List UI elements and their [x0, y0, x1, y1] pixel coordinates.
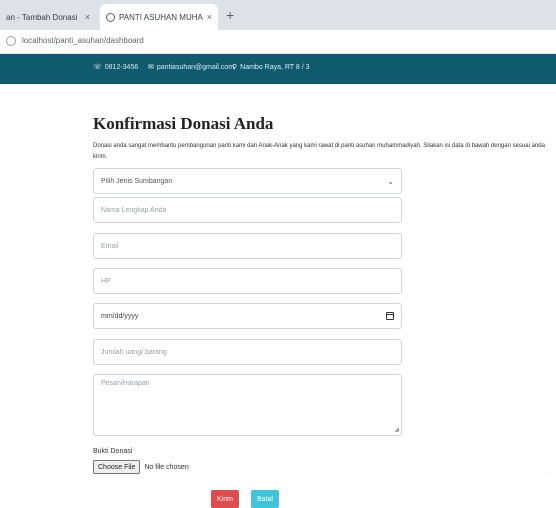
browser-tab[interactable]: an - Tambah Donasi × [0, 4, 96, 30]
info-icon[interactable] [6, 36, 16, 46]
address-text[interactable]: localhost/panti_asuhan/dashboard [22, 36, 144, 45]
address-bar[interactable]: localhost/panti_asuhan/dashboard [0, 30, 556, 54]
browser-tabbar: an - Tambah Donasi × PANTI ASUHAN MUHAMM… [0, 0, 556, 30]
proof-label: Bukti Donasi [93, 448, 133, 455]
phone-input[interactable]: HP [93, 268, 402, 294]
email-input[interactable]: Email [93, 233, 402, 259]
location-icon: ⚲ [232, 64, 238, 71]
message-textarea[interactable]: Pesan/Harapan ◢ [93, 374, 402, 436]
file-upload: Choose File No file chosen [93, 460, 189, 474]
resize-handle-icon[interactable]: ◢ [394, 426, 399, 433]
new-tab-button[interactable]: + [226, 7, 234, 23]
chat-icon[interactable]: ◦ [548, 470, 556, 498]
file-status: No file chosen [144, 463, 189, 471]
tab-label: PANTI ASUHAN MUHAMMADIY [119, 12, 203, 22]
donation-type-select[interactable]: Pilih Jenis Sumbangan ⌄ [93, 168, 402, 194]
page: an - Tambah Donasi × PANTI ASUHAN MUHAMM… [0, 0, 556, 508]
close-icon[interactable]: × [207, 12, 212, 22]
date-value: mm/dd/yyyy [101, 312, 139, 320]
mail-icon: ✉ [148, 64, 154, 71]
address-contact: ⚲ Nambo Raya, RT 8 / 3 [232, 63, 310, 71]
address-text: Nambo Raya, RT 8 / 3 [240, 64, 310, 71]
page-description: Donasi anda sangat membantu pembangunan … [93, 143, 545, 160]
tab-label: an - Tambah Donasi [6, 12, 78, 22]
email-text: pantiasuhan@gmail.com [156, 64, 235, 71]
close-icon[interactable]: × [85, 12, 90, 22]
phone-text: 0812-3456 [104, 64, 139, 71]
browser-tab-active[interactable]: PANTI ASUHAN MUHAMMADIY × [100, 4, 218, 30]
phone-contact: ☏ 0812-3456 [93, 63, 138, 71]
calendar-icon[interactable] [386, 312, 394, 320]
name-input[interactable]: Nama Lengkap Anda [93, 197, 402, 223]
reset-button[interactable]: Batal [251, 490, 279, 508]
submit-button[interactable]: Kirim [211, 490, 239, 508]
date-input[interactable]: mm/dd/yyyy [93, 303, 402, 329]
message-placeholder: Pesan/Harapan [101, 380, 150, 387]
phone-icon: ☏ [93, 64, 102, 71]
choose-file-button[interactable]: Choose File [93, 460, 141, 474]
select-value: Pilih Jenis Sumbangan [101, 177, 173, 185]
amount-input[interactable]: Jumlah uang/ barang [93, 339, 402, 365]
site-top-bar: ☏ 0812-3456 ✉ pantiasuhan@gmail.com ⚲ Nambo… [0, 54, 556, 84]
globe-icon [106, 12, 115, 22]
email-contact: ✉ pantiasuhan@gmail.com [148, 63, 234, 71]
page-title: Konfirmasi Donasi Anda [93, 114, 274, 133]
chevron-down-icon: ⌄ [387, 176, 394, 186]
